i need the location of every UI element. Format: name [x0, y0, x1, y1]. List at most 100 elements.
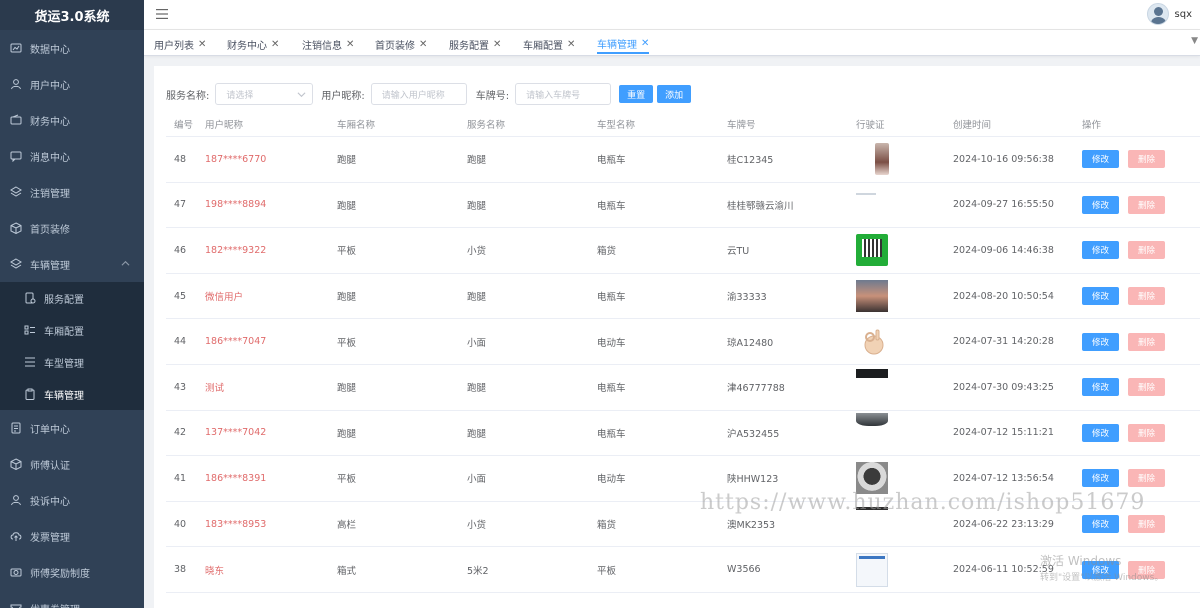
close-icon[interactable]: ✕: [641, 38, 649, 49]
sidebar-item[interactable]: 财务中心: [0, 102, 144, 138]
license-thumbnail[interactable]: [856, 412, 888, 426]
sidebar-item[interactable]: 数据中心: [0, 30, 144, 66]
menu-item-label: 用户中心: [30, 80, 70, 92]
edit-button[interactable]: 修改: [1082, 332, 1119, 351]
tab[interactable]: 财务中心 ✕: [227, 34, 279, 54]
add-button[interactable]: 添加: [657, 85, 692, 103]
cell-nickname[interactable]: 182****9322: [205, 245, 266, 256]
delete-button[interactable]: 删除: [1128, 378, 1165, 397]
cell-license: [856, 183, 896, 228]
cell-service: 小货: [467, 520, 487, 532]
menu-item-label: 车辆管理: [30, 260, 70, 272]
license-thumbnail[interactable]: [856, 552, 888, 587]
service-select[interactable]: 请选择: [215, 83, 314, 105]
cell-nickname[interactable]: 测试: [205, 380, 224, 394]
edit-button[interactable]: 修改: [1082, 287, 1119, 306]
close-icon[interactable]: ✕: [567, 39, 575, 50]
sidebar-item[interactable]: 注销管理: [0, 174, 144, 210]
chevron-up-icon: [121, 260, 130, 266]
sidebar-item[interactable]: 投诉中心: [0, 482, 144, 518]
tags-dropdown-icon[interactable]: ▼: [1191, 36, 1198, 46]
cell-cabin: 平板: [337, 246, 357, 258]
close-icon[interactable]: ✕: [198, 39, 206, 50]
license-thumbnail[interactable]: [856, 234, 888, 267]
close-icon[interactable]: ✕: [419, 39, 427, 50]
sidebar-item[interactable]: 优惠券管理: [0, 590, 144, 608]
username[interactable]: sqx: [1175, 9, 1192, 20]
tab-label: 车厢配置: [523, 40, 563, 52]
delete-button[interactable]: 删除: [1128, 515, 1165, 534]
plate-input[interactable]: 请输入车牌号: [515, 83, 612, 105]
header-id: 编号: [174, 119, 194, 131]
sidebar-item[interactable]: 消息中心: [0, 138, 144, 174]
close-icon[interactable]: ✕: [271, 39, 279, 50]
cell-plate: 沪A532455: [727, 428, 780, 440]
sidebar-item[interactable]: 发票管理: [0, 518, 144, 554]
user-menu[interactable]: sqx: [1146, 3, 1192, 25]
reset-button[interactable]: 重置: [619, 85, 654, 103]
edit-button[interactable]: 修改: [1082, 469, 1119, 488]
edit-button[interactable]: 修改: [1082, 378, 1119, 397]
delete-button[interactable]: 删除: [1128, 195, 1165, 214]
sidebar-item[interactable]: 师傅认证: [0, 446, 144, 482]
edit-button[interactable]: 修改: [1082, 150, 1119, 169]
cell-plate: 琼A12480: [727, 337, 774, 349]
delete-button[interactable]: 删除: [1128, 469, 1165, 488]
message-icon: [10, 150, 22, 162]
delete-button[interactable]: 删除: [1128, 423, 1165, 442]
license-thumbnail[interactable]: [860, 328, 886, 356]
delete-button[interactable]: 删除: [1128, 287, 1165, 306]
close-icon[interactable]: ✕: [493, 39, 501, 50]
submenu-item[interactable]: 车型管理: [0, 346, 144, 378]
nickname-input[interactable]: 请输入用户昵称: [370, 83, 467, 105]
hamburger-icon[interactable]: [156, 8, 168, 20]
cell-nickname[interactable]: 186****7047: [205, 336, 266, 347]
cell-ops: 修改 删除: [1082, 332, 1165, 351]
cell-nickname[interactable]: 137****7042: [205, 427, 266, 438]
tab[interactable]: 车辆管理 ✕: [597, 34, 650, 54]
cell-nickname[interactable]: 183****8953: [205, 519, 266, 530]
cell-nickname[interactable]: 微信用户: [205, 289, 243, 303]
edit-button[interactable]: 修改: [1082, 195, 1119, 214]
sidebar-item[interactable]: 车辆管理: [0, 246, 144, 282]
tab[interactable]: 用户列表 ✕: [154, 34, 206, 54]
edit-button[interactable]: 修改: [1082, 423, 1119, 442]
menu-item-label: 注销管理: [30, 188, 70, 200]
close-icon[interactable]: ✕: [346, 39, 354, 50]
license-thumbnail[interactable]: [875, 143, 889, 176]
cell-ops: 修改 删除: [1082, 287, 1165, 306]
submenu-item[interactable]: 车辆管理: [0, 378, 144, 410]
tab[interactable]: 首页装修 ✕: [375, 34, 427, 54]
edit-button[interactable]: 修改: [1082, 241, 1119, 260]
avatar[interactable]: [1146, 3, 1169, 25]
submenu-item[interactable]: 车厢配置: [0, 314, 144, 346]
cell-nickname[interactable]: 198****8894: [205, 199, 266, 210]
cell-service: 跑腿: [467, 292, 487, 304]
sidebar-item[interactable]: 师傅奖励制度: [0, 554, 144, 590]
submenu-item[interactable]: 服务配置: [0, 282, 144, 314]
tab-label: 注销信息: [302, 40, 342, 52]
sidebar-item[interactable]: 订单中心: [0, 410, 144, 446]
cell-nickname[interactable]: 晓东: [205, 563, 224, 577]
tab[interactable]: 车厢配置 ✕: [523, 34, 575, 54]
sidebar-item[interactable]: 首页装修: [0, 210, 144, 246]
cell-created: 2024-07-12 15:11:21: [953, 427, 1054, 439]
cell-license: [856, 365, 896, 410]
tab[interactable]: 服务配置 ✕: [449, 34, 501, 54]
chevron-down-icon: [297, 92, 306, 98]
delete-button[interactable]: 删除: [1128, 241, 1165, 260]
delete-button[interactable]: 删除: [1128, 332, 1165, 351]
plate-input-placeholder: 请输入车牌号: [526, 90, 581, 101]
cell-type: 电瓶车: [597, 155, 626, 167]
license-thumbnail[interactable]: [856, 368, 888, 378]
cell-nickname[interactable]: 186****8391: [205, 473, 266, 484]
cell-plate: 津46777788: [727, 383, 785, 395]
tab[interactable]: 注销信息 ✕: [302, 34, 354, 54]
delete-button[interactable]: 删除: [1128, 150, 1165, 169]
license-thumbnail[interactable]: [856, 280, 888, 313]
sidebar-item[interactable]: 用户中心: [0, 66, 144, 102]
cell-nickname[interactable]: 187****6770: [205, 154, 266, 165]
edit-button[interactable]: 修改: [1082, 515, 1119, 534]
license-thumbnail[interactable]: [856, 192, 876, 195]
nick-filter-label: 用户昵称:: [321, 90, 365, 102]
